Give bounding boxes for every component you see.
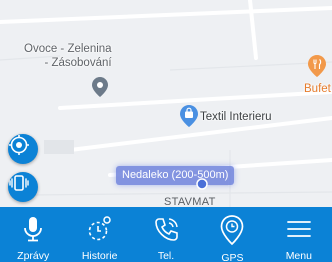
- microphone-icon: [17, 214, 49, 244]
- nav-item-tel[interactable]: Tel.: [133, 207, 199, 262]
- nav-item-zpravy[interactable]: Zprávy: [0, 207, 66, 262]
- map-view[interactable]: Ovoce - Zelenina - Zásobování Textil Int…: [0, 0, 332, 210]
- gps-clock-pin-icon: [216, 214, 248, 246]
- nav-item-historie[interactable]: Historie: [66, 207, 132, 262]
- nav-label: Zprávy: [17, 250, 50, 262]
- nav-label: Tel.: [157, 250, 175, 262]
- app-screen: Ovoce - Zelenina - Zásobování Textil Int…: [0, 0, 332, 262]
- phone-call-icon: [150, 214, 182, 244]
- nav-item-menu[interactable]: Menu: [266, 207, 332, 262]
- nav-label: Historie: [81, 250, 118, 262]
- nav-label: GPS: [221, 252, 244, 262]
- locate-button[interactable]: [8, 134, 38, 164]
- bottom-navigation-bar: Zprávy Historie Tel. GPS Menu: [0, 207, 332, 262]
- poi-label-ovoce: Ovoce - Zelenina - Zásobování: [24, 43, 112, 69]
- nav-item-gps[interactable]: GPS: [199, 207, 265, 262]
- nearby-distance-label: Nedaleko (200-500m): [116, 166, 235, 185]
- nav-label: Menu: [285, 250, 312, 262]
- target-icon: [9, 135, 29, 155]
- poi-label-textil: Textil Interieru: [200, 111, 272, 123]
- vibrate-phone-icon: [9, 175, 29, 191]
- vibrate-button[interactable]: [8, 172, 38, 202]
- history-clock-icon: [84, 214, 116, 244]
- poi-label-bufet: Bufet: [304, 83, 331, 95]
- hamburger-menu-icon: [283, 214, 315, 244]
